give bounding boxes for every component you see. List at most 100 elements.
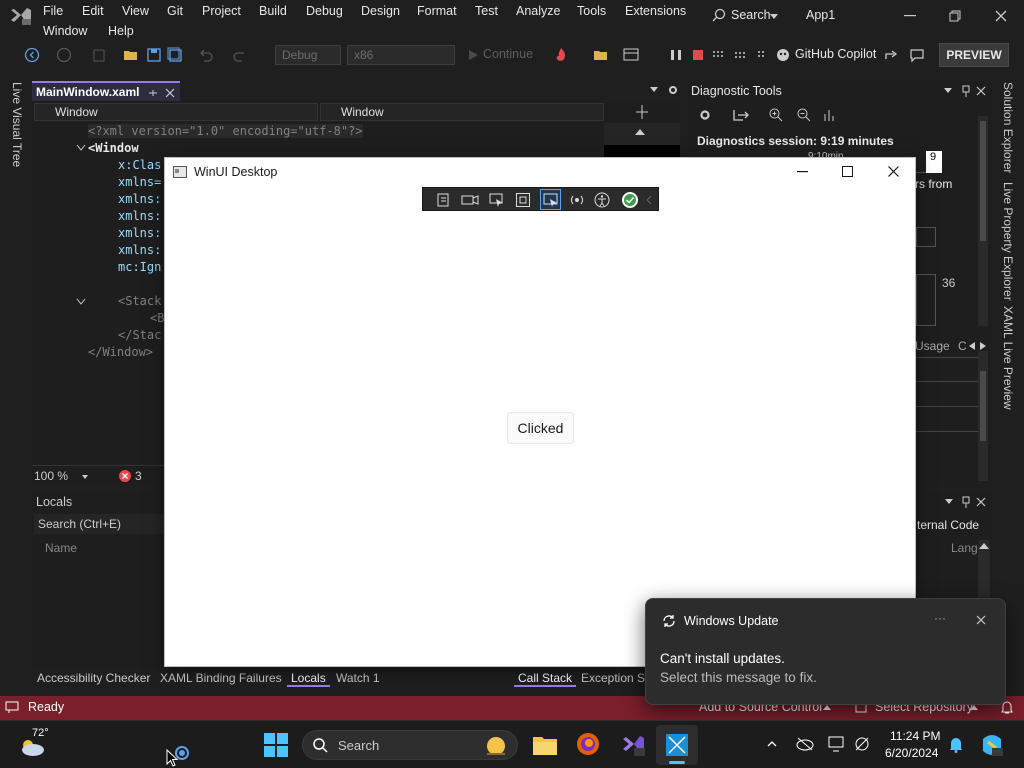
step-into-icon[interactable]	[755, 47, 771, 63]
live-property-explorer-tab[interactable]: Live Property Explorer	[1001, 182, 1015, 301]
display-layout-adorners-icon[interactable]	[515, 192, 531, 208]
settings-gear-icon[interactable]	[667, 84, 679, 96]
toast-more-options-icon[interactable]: ···	[934, 611, 946, 625]
tab-watch-1[interactable]: Watch 1	[336, 671, 380, 685]
tab-left-arrow-icon[interactable]	[969, 342, 975, 350]
tab-locals[interactable]: Locals	[287, 671, 330, 687]
preview-button[interactable]: PREVIEW	[939, 43, 1009, 67]
menu-file[interactable]: File	[43, 4, 63, 18]
panel-close-icon[interactable]	[976, 86, 986, 96]
winui-title-bar[interactable]: WinUI Desktop	[165, 158, 915, 188]
menu-design[interactable]: Design	[361, 4, 400, 18]
collapse-toolbar-icon[interactable]	[646, 195, 652, 205]
live-visual-tree-tab[interactable]: Live Visual Tree	[10, 82, 24, 167]
share-icon[interactable]	[884, 47, 900, 63]
winui-minimize-icon[interactable]	[797, 171, 808, 173]
display-icon[interactable]	[828, 736, 846, 752]
weather-temperature[interactable]: 72°	[32, 727, 49, 739]
restore-icon[interactable]	[949, 10, 961, 22]
tab-memory-usage[interactable]: Usage	[915, 339, 950, 353]
callstack-close-icon[interactable]	[976, 497, 986, 507]
track-focus-button[interactable]	[540, 189, 561, 210]
feedback-icon[interactable]	[909, 47, 925, 63]
undo-icon[interactable]	[198, 47, 214, 63]
browse-folder-icon[interactable]	[593, 47, 609, 63]
clock-time[interactable]: 11:24 PM	[890, 729, 940, 743]
scroll-up-icon[interactable]	[979, 543, 989, 549]
zoom-chevron-icon[interactable]	[82, 475, 88, 479]
configuration-combo[interactable]: Debug	[275, 45, 341, 65]
menu-extensions[interactable]: Extensions	[625, 4, 686, 18]
export-icon[interactable]	[733, 109, 749, 121]
menu-build[interactable]: Build	[259, 4, 287, 18]
windows-update-toast[interactable]: Windows Update ··· Can't install updates…	[645, 598, 1006, 705]
menu-project[interactable]: Project	[202, 4, 241, 18]
zoom-level[interactable]: 100 %	[34, 469, 68, 483]
pin-icon[interactable]	[148, 88, 158, 98]
firefox-icon[interactable]	[576, 732, 600, 756]
menu-format[interactable]: Format	[417, 4, 457, 18]
clock-date[interactable]: 6/20/2024	[885, 746, 938, 760]
tray-overflow-icon[interactable]	[767, 741, 777, 747]
menu-debug[interactable]: Debug	[306, 4, 343, 18]
split-editor-icon[interactable]	[634, 105, 650, 119]
zoom-out-icon[interactable]	[797, 108, 811, 122]
tab-overflow-icon[interactable]	[650, 87, 658, 92]
reset-view-icon[interactable]	[823, 108, 837, 122]
select-element-icon[interactable]	[489, 192, 505, 208]
github-copilot-icon[interactable]	[775, 47, 791, 63]
nav-combo-right[interactable]: Window	[320, 103, 604, 121]
menu-git[interactable]: Git	[167, 4, 183, 18]
callstack-lang-column[interactable]: Lang	[951, 541, 978, 555]
solution-explorer-tab[interactable]: Solution Explorer	[1001, 82, 1015, 173]
notification-center-icon[interactable]	[949, 736, 963, 753]
show-external-code[interactable]: ternal Code	[917, 518, 979, 532]
new-project-icon[interactable]	[92, 47, 108, 63]
save-all-icon[interactable]	[167, 47, 183, 63]
error-icon[interactable]	[119, 470, 131, 482]
winui-close-icon[interactable]	[888, 166, 899, 177]
hot-reload-broadcast-icon[interactable]	[569, 192, 585, 208]
diagnostics-scrollbar[interactable]	[978, 116, 988, 326]
platform-combo[interactable]: x86	[347, 45, 455, 65]
menu-edit[interactable]: Edit	[82, 4, 104, 18]
tab-cpu[interactable]: C	[958, 339, 967, 353]
search-menu-label[interactable]: Search	[731, 8, 771, 22]
forward-icon[interactable]	[56, 47, 72, 63]
redo-icon[interactable]	[232, 47, 248, 63]
callstack-pin-icon[interactable]	[961, 496, 971, 508]
tab-exception-settings[interactable]: Exception Se	[581, 671, 652, 685]
taskbar-search-box[interactable]: Search	[302, 730, 518, 760]
tab-accessibility-checker[interactable]: Accessibility Checker	[37, 671, 150, 685]
menu-test[interactable]: Test	[475, 4, 498, 18]
network-icon[interactable]	[854, 736, 870, 752]
back-icon[interactable]	[24, 47, 40, 63]
save-icon[interactable]	[146, 47, 162, 63]
menu-help[interactable]: Help	[108, 24, 134, 38]
file-explorer-icon[interactable]	[532, 733, 558, 757]
diagnostics-lower-scrollbar[interactable]	[978, 351, 988, 481]
clicked-button[interactable]: Clicked	[507, 412, 574, 444]
accessibility-icon[interactable]	[594, 192, 610, 208]
capture-icon[interactable]	[461, 192, 479, 208]
diagnostic-settings-icon[interactable]	[698, 108, 712, 122]
locals-name-column[interactable]: Name	[45, 541, 77, 555]
weather-cloud-icon[interactable]	[18, 737, 46, 757]
xaml-live-preview-tab[interactable]: XAML Live Preview	[1001, 306, 1015, 410]
menu-analyze[interactable]: Analyze	[516, 4, 560, 18]
error-count[interactable]: 3	[135, 469, 142, 483]
nav-combo-left[interactable]: Window	[34, 103, 318, 121]
scroll-up-icon[interactable]	[635, 129, 645, 135]
winui-maximize-icon[interactable]	[842, 166, 853, 177]
copilot-preview-icon[interactable]	[980, 733, 1004, 757]
tab-right-arrow-icon[interactable]	[980, 342, 986, 350]
visual-studio-preview-icon[interactable]	[620, 732, 646, 758]
restart-icon[interactable]	[710, 47, 726, 63]
zoom-in-icon[interactable]	[769, 108, 783, 122]
minimize-icon[interactable]	[904, 15, 916, 17]
collapse-chevron-icon[interactable]	[76, 298, 86, 306]
pause-icon[interactable]	[668, 47, 684, 63]
continue-label[interactable]: Continue	[483, 47, 533, 61]
hot-reload-icon[interactable]	[553, 47, 569, 63]
windows-start-icon[interactable]	[264, 733, 288, 757]
